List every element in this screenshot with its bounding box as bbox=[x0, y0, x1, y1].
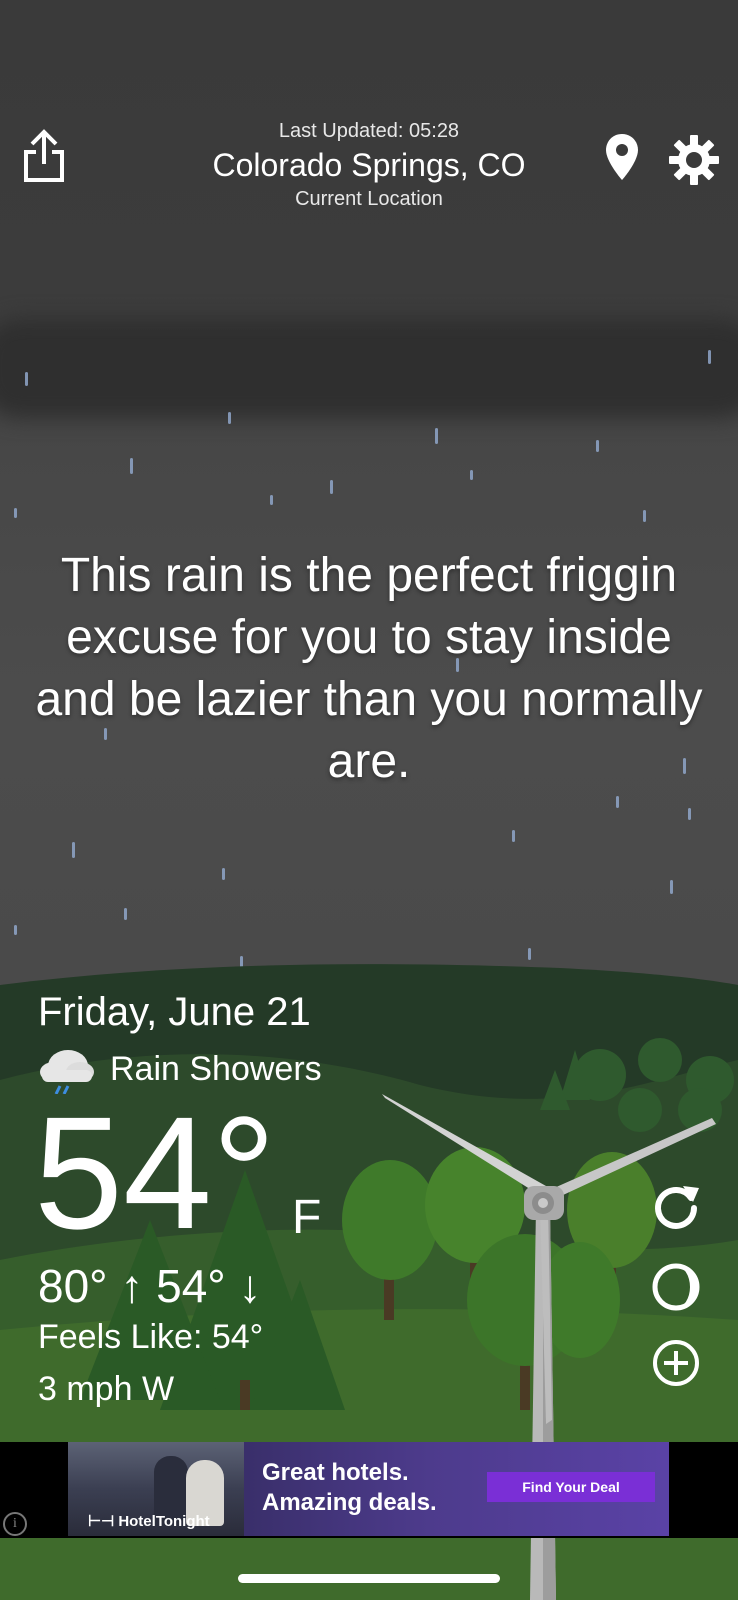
ad-brand: ⊢⊣ HotelTonight bbox=[88, 1513, 210, 1530]
location-button[interactable] bbox=[604, 132, 640, 187]
current-temperature: 54° bbox=[34, 1083, 276, 1262]
settings-button[interactable] bbox=[668, 134, 720, 191]
feels-like: Feels Like: 54° bbox=[38, 1318, 264, 1356]
ad-banner[interactable]: Great hotels. Amazing deals. Find Your D… bbox=[68, 1442, 669, 1536]
add-circle-icon bbox=[653, 1340, 699, 1386]
landscape bbox=[0, 964, 738, 1600]
home-indicator[interactable] bbox=[238, 1574, 500, 1583]
refresh-button[interactable] bbox=[651, 1180, 701, 1230]
high-low-temperature: 80° ↑ 54° ↓ bbox=[38, 1260, 262, 1312]
bed-icon: ⊢⊣ bbox=[88, 1513, 119, 1530]
weather-quote: This rain is the perfect friggin excuse … bbox=[35, 549, 703, 788]
gear-icon bbox=[669, 135, 719, 185]
moon-phase-icon bbox=[652, 1263, 700, 1311]
temperature-unit[interactable]: F bbox=[292, 1190, 321, 1245]
refresh-icon bbox=[655, 1186, 699, 1229]
current-date: Friday, June 21 bbox=[38, 990, 311, 1034]
ad-info-icon[interactable]: i bbox=[3, 1512, 27, 1536]
wind-info: 3 mph W bbox=[38, 1370, 175, 1408]
ad-headline: Great hotels. Amazing deals. bbox=[262, 1459, 437, 1516]
map-pin-icon bbox=[606, 134, 638, 180]
ad-cta-button[interactable]: Find Your Deal bbox=[487, 1472, 655, 1502]
add-location-button[interactable] bbox=[651, 1338, 701, 1388]
location-label: Current Location bbox=[295, 188, 443, 210]
moon-button[interactable] bbox=[651, 1262, 701, 1312]
